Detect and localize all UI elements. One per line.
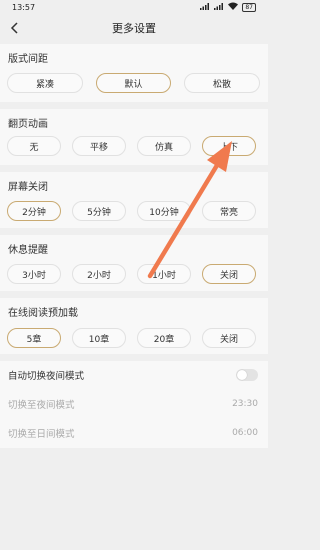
- option-always-on[interactable]: 常亮: [202, 201, 256, 221]
- option-5min[interactable]: 5分钟: [72, 201, 126, 221]
- layout-spacing-section: 版式间距 紧凑 默认 松散: [0, 44, 268, 102]
- option-none[interactable]: 无: [7, 136, 61, 156]
- auto-night-label: 自动切换夜间模式: [8, 371, 85, 382]
- back-button[interactable]: [6, 19, 24, 37]
- option-3h[interactable]: 3小时: [7, 264, 61, 284]
- battery-icon: 87: [242, 2, 256, 12]
- screen-off-section: 屏幕关闭 2分钟 5分钟 10分钟 常亮: [0, 172, 268, 228]
- to-day-row[interactable]: 切换至日间模式 06:00: [0, 419, 268, 447]
- option-simulation[interactable]: 仿真: [137, 136, 191, 156]
- page-title: 更多设置: [112, 22, 156, 35]
- auto-night-row[interactable]: 自动切换夜间模式: [0, 361, 268, 389]
- option-2h[interactable]: 2小时: [72, 264, 126, 284]
- option-10ch[interactable]: 10章: [72, 328, 126, 348]
- to-night-time: 23:30: [232, 399, 258, 409]
- to-day-time: 06:00: [232, 428, 258, 438]
- auto-night-toggle[interactable]: [236, 369, 258, 381]
- rest-reminder-section: 休息提醒 3小时 2小时 1小时 关闭: [0, 235, 268, 291]
- wifi-icon: [228, 2, 239, 12]
- preload-section: 在线阅读预加载 5章 10章 20章 关闭: [0, 298, 268, 354]
- option-compact[interactable]: 紧凑: [7, 73, 83, 93]
- status-time: 13:57: [12, 2, 36, 12]
- signal-icon-2: [214, 2, 224, 12]
- option-2min[interactable]: 2分钟: [7, 201, 61, 221]
- section-title: 休息提醒: [8, 245, 48, 256]
- option-20ch[interactable]: 20章: [137, 328, 191, 348]
- chevron-left-icon: [10, 22, 18, 34]
- option-10min[interactable]: 10分钟: [137, 201, 191, 221]
- to-day-label: 切换至日间模式: [8, 429, 75, 440]
- option-default[interactable]: 默认: [96, 73, 171, 93]
- section-title: 版式间距: [8, 54, 48, 65]
- night-mode-section: 自动切换夜间模式 切换至夜间模式 23:30 切换至日间模式 06:00: [0, 361, 268, 448]
- status-icons: 87: [200, 2, 256, 12]
- option-1h[interactable]: 1小时: [137, 264, 191, 284]
- section-title: 在线阅读预加载: [8, 308, 78, 319]
- to-night-label: 切换至夜间模式: [8, 400, 75, 411]
- section-title: 屏幕关闭: [8, 182, 48, 193]
- section-title: 翻页动画: [8, 119, 48, 130]
- toggle-knob: [237, 370, 247, 380]
- page-animation-section: 翻页动画 无 平移 仿真 上下: [0, 109, 268, 165]
- option-off[interactable]: 关闭: [202, 264, 256, 284]
- signal-icon: [200, 2, 210, 12]
- option-5ch[interactable]: 5章: [7, 328, 61, 348]
- nav-bar: 更多设置: [0, 16, 268, 40]
- status-bar: 13:57 87: [0, 0, 268, 14]
- option-slide[interactable]: 平移: [72, 136, 126, 156]
- option-off[interactable]: 关闭: [202, 328, 256, 348]
- to-night-row[interactable]: 切换至夜间模式 23:30: [0, 390, 268, 418]
- option-vertical[interactable]: 上下: [202, 136, 256, 156]
- option-loose[interactable]: 松散: [184, 73, 260, 93]
